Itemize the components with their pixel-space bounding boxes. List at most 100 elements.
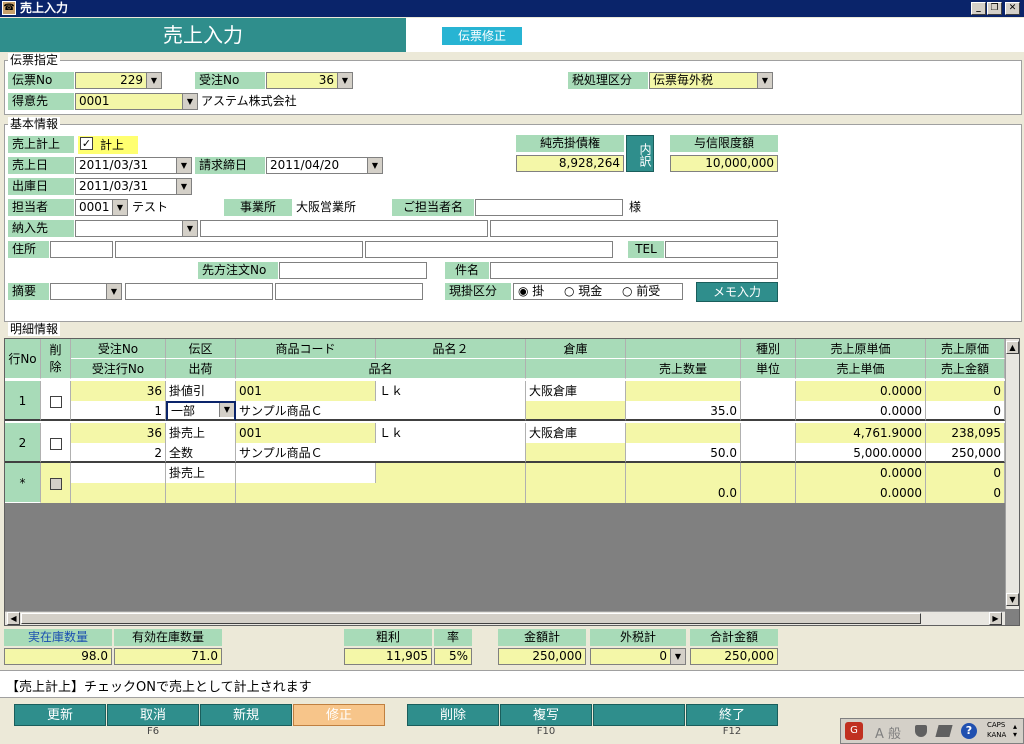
row-hinmei[interactable]: サンプル商品Ｃ: [236, 401, 526, 421]
sakikata-input[interactable]: [279, 262, 427, 279]
vertical-scrollbar[interactable]: ▲ ▼: [1005, 339, 1019, 609]
ime-app-icon[interactable]: G: [845, 722, 863, 740]
row-no[interactable]: 2: [5, 423, 41, 463]
tokui-select[interactable]: 0001 ▼: [75, 93, 198, 110]
row-code[interactable]: [236, 463, 376, 483]
row-shubetsu[interactable]: [741, 463, 796, 483]
scroll-down-icon[interactable]: ▼: [1006, 593, 1019, 606]
ime-shield-icon[interactable]: [915, 725, 927, 737]
row-soko[interactable]: [526, 463, 626, 483]
nonyu-name2[interactable]: [490, 220, 778, 237]
row-tani[interactable]: [741, 401, 796, 421]
gotanto-input[interactable]: [475, 199, 623, 216]
shukko-date-field[interactable]: 2011/03/31 ▼: [75, 178, 192, 195]
juchu-no-field[interactable]: 36 ▼: [266, 72, 353, 89]
memo-button[interactable]: メモ入力: [696, 282, 778, 302]
seikyu-date-field[interactable]: 2011/04/20 ▼: [266, 157, 383, 174]
nonyu-name1[interactable]: [200, 220, 488, 237]
row-tanka[interactable]: 0.0000: [796, 401, 926, 421]
denpyo-no-field[interactable]: 229 ▼: [75, 72, 162, 89]
ime-mode-text[interactable]: A 般: [875, 723, 901, 742]
delete-button[interactable]: 削除: [407, 704, 499, 726]
radio-maeuke[interactable]: ○ 前受: [622, 284, 660, 299]
row-hinmei2[interactable]: Ｌｋ: [376, 423, 526, 443]
check-icon[interactable]: ✓: [80, 137, 93, 150]
chevron-down-icon[interactable]: ▼: [670, 649, 685, 664]
scroll-up-icon[interactable]: ▲: [1006, 341, 1019, 354]
radio-genkin[interactable]: ○ 現金: [564, 284, 602, 299]
chevron-down-icon[interactable]: ▼: [337, 73, 352, 88]
gaizei-select[interactable]: 0 ▼: [590, 648, 686, 665]
row-shukka-select[interactable]: 一部 ▼: [166, 401, 236, 421]
chevron-down-icon[interactable]: ▼: [367, 158, 382, 173]
row-no[interactable]: *: [5, 463, 41, 503]
tekiyo-input1[interactable]: [125, 283, 273, 300]
tekiyo-input2[interactable]: [275, 283, 423, 300]
tel-input[interactable]: [665, 241, 778, 258]
horizontal-scrollbar[interactable]: ◀ ▶: [5, 611, 1005, 625]
keijo-checkbox-wrap[interactable]: ✓ 計上: [78, 136, 138, 154]
row-suryo[interactable]: 35.0: [626, 401, 741, 421]
chevron-down-icon[interactable]: ▼: [219, 403, 234, 417]
chevron-down-icon[interactable]: ▼: [176, 158, 191, 173]
close-icon[interactable]: ✕: [1005, 2, 1020, 15]
row-shubetsu[interactable]: [741, 423, 796, 443]
restore-icon[interactable]: ❐: [987, 2, 1002, 15]
row-tani[interactable]: [741, 443, 796, 463]
row-denku[interactable]: 掛売上: [166, 423, 236, 443]
scroll-right-icon[interactable]: ▶: [989, 612, 1002, 625]
row-denku[interactable]: 掛値引: [166, 381, 236, 401]
tekiyo-select[interactable]: ▼: [50, 283, 122, 300]
cancel-button[interactable]: 取消: [107, 704, 199, 726]
row-delete-checkbox[interactable]: [41, 463, 71, 503]
row-hinmei[interactable]: サンプル商品Ｃ: [236, 443, 526, 463]
row-denku[interactable]: 掛売上: [166, 463, 236, 483]
row-tanka[interactable]: 0.0000: [796, 483, 926, 503]
chevron-down-icon[interactable]: ▼: [176, 179, 191, 194]
row-shubetsu[interactable]: [741, 381, 796, 401]
tray-arrows-icon[interactable]: ▴ ▾: [1013, 723, 1017, 739]
tanto-select[interactable]: 0001 ▼: [75, 199, 128, 216]
zip-input[interactable]: [50, 241, 113, 258]
row-hinmei2[interactable]: Ｌｋ: [376, 381, 526, 401]
jusho-input2[interactable]: [365, 241, 613, 258]
row-suryo[interactable]: 0.0: [626, 483, 741, 503]
row-code[interactable]: 001: [236, 381, 376, 401]
row-soko[interactable]: 大阪倉庫: [526, 381, 626, 401]
tax-select[interactable]: 伝票毎外税 ▼: [649, 72, 773, 89]
update-button[interactable]: 更新: [14, 704, 106, 726]
chevron-down-icon[interactable]: ▼: [146, 73, 161, 88]
jusho-input1[interactable]: [115, 241, 363, 258]
row-hinmei2[interactable]: [376, 463, 526, 483]
chevron-down-icon[interactable]: ▼: [112, 200, 127, 215]
nonyu-select[interactable]: ▼: [75, 220, 198, 237]
chevron-down-icon[interactable]: ▼: [182, 221, 197, 236]
ime-tool-icon[interactable]: [935, 725, 953, 737]
row-delete-checkbox[interactable]: [41, 423, 71, 463]
minimize-icon[interactable]: _: [971, 2, 986, 15]
kenmei-input[interactable]: [490, 262, 778, 279]
row-code[interactable]: 001: [236, 423, 376, 443]
row-tanka[interactable]: 5,000.0000: [796, 443, 926, 463]
ime-help-icon[interactable]: ?: [961, 723, 977, 739]
edit-button[interactable]: 修正: [293, 704, 385, 726]
row-no[interactable]: 1: [5, 381, 41, 421]
scroll-left-icon[interactable]: ◀: [7, 612, 20, 625]
row-shukka[interactable]: [166, 483, 236, 503]
chevron-down-icon[interactable]: ▼: [106, 284, 121, 299]
chevron-down-icon[interactable]: ▼: [182, 94, 197, 109]
blank-fkey-button[interactable]: [593, 704, 685, 726]
copy-button[interactable]: 複写: [500, 704, 592, 726]
row-suryo[interactable]: 50.0: [626, 443, 741, 463]
uriage-date-field[interactable]: 2011/03/31 ▼: [75, 157, 192, 174]
uchiwake-button[interactable]: 内訳: [626, 135, 654, 172]
row-shukka[interactable]: 全数: [166, 443, 236, 463]
radio-kake[interactable]: ◉ 掛: [518, 284, 544, 299]
new-button[interactable]: 新規: [200, 704, 292, 726]
row-delete-checkbox[interactable]: [41, 381, 71, 421]
row-hinmei[interactable]: [236, 483, 526, 503]
row-tani[interactable]: [741, 483, 796, 503]
exit-button[interactable]: 終了: [686, 704, 778, 726]
row-soko[interactable]: 大阪倉庫: [526, 423, 626, 443]
chevron-down-icon[interactable]: ▼: [757, 73, 772, 88]
